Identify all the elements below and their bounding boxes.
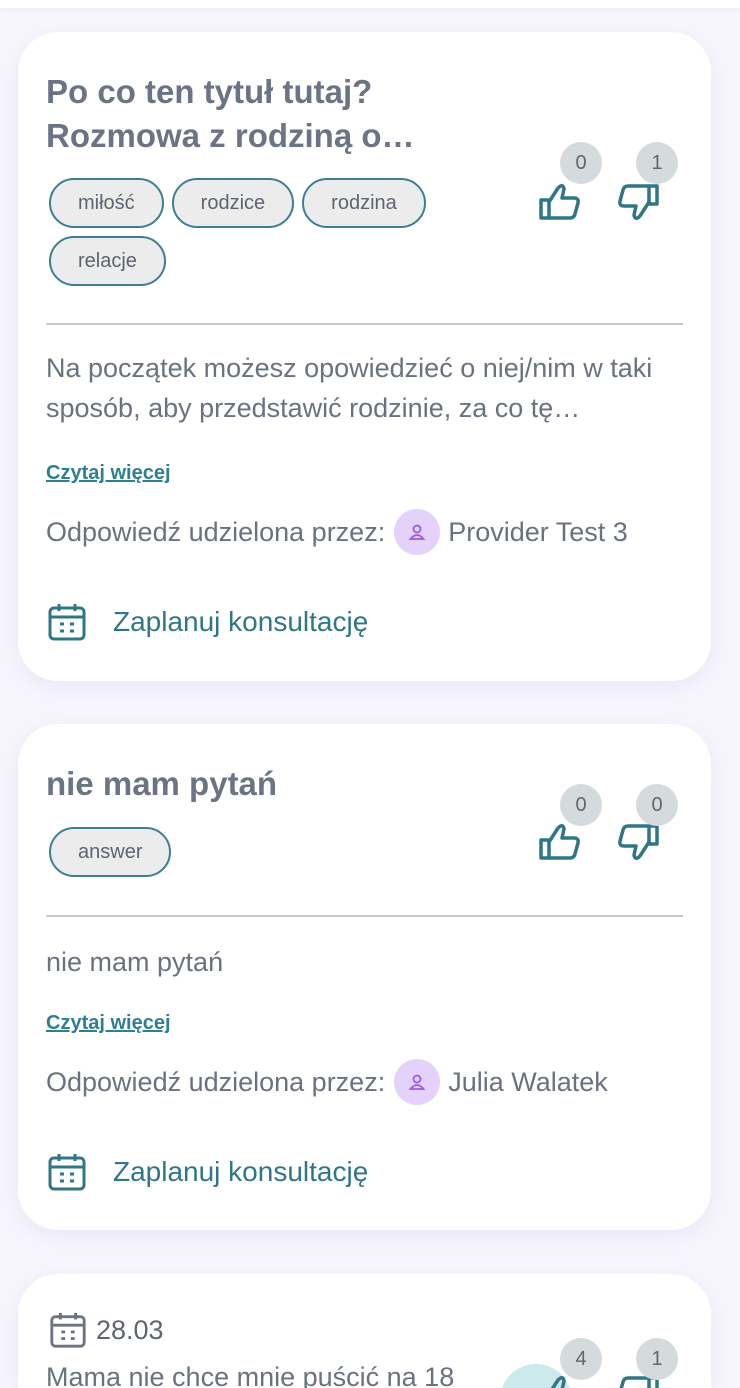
tag-chip[interactable]: miłość	[49, 178, 164, 228]
schedule-label: Zaplanuj konsultację	[113, 1156, 369, 1187]
dislike-button[interactable]	[614, 178, 662, 226]
answered-by-row: Odpowiedź udzielona przez: Julia Walatek	[46, 1059, 608, 1105]
question-title[interactable]: Po co ten tytuł tutaj? Rozmowa z rodziną…	[46, 70, 486, 158]
answer-excerpt: nie mam pytań	[46, 947, 224, 977]
divider	[46, 915, 683, 917]
answer-excerpt: Na początek możesz opowiedzieć o niej/ni…	[46, 353, 653, 423]
answered-by-row: Odpowiedź udzielona przez: Provider Test…	[46, 509, 628, 555]
question-card: Po co ten tytuł tutaj? Rozmowa z rodziną…	[18, 32, 711, 681]
provider-name[interactable]: Julia Walatek	[448, 1067, 608, 1098]
user-icon	[408, 524, 426, 540]
question-excerpt[interactable]: Mama nie chce mnie puścić na 18	[46, 1362, 454, 1388]
question-card: 28.03 Mama nie chce mnie puścić na 18 4 …	[18, 1274, 711, 1388]
divider	[46, 323, 683, 325]
answered-by-label: Odpowiedź udzielona przez:	[46, 516, 386, 547]
question-card: nie mam pytań answer 0 0 nie mam pytań C…	[18, 724, 711, 1230]
like-button[interactable]	[536, 178, 584, 226]
calendar-icon	[48, 604, 86, 641]
like-count-badge: 4	[560, 1338, 602, 1380]
schedule-label: Zaplanuj konsultację	[113, 606, 369, 637]
calendar-icon	[50, 1312, 86, 1348]
dislike-count-badge: 0	[636, 784, 678, 826]
answered-by-label: Odpowiedź udzielona przez:	[46, 1066, 386, 1097]
date-row: 28.03	[48, 1310, 164, 1350]
question-title[interactable]: nie mam pytań	[46, 762, 486, 806]
tag-list: miłość rodzice rodzina relacje	[49, 178, 509, 286]
question-date: 28.03	[96, 1314, 164, 1345]
tag-chip[interactable]: rodzice	[171, 178, 295, 228]
avatar[interactable]	[394, 509, 441, 555]
schedule-consultation-button[interactable]: Zaplanuj konsultację	[46, 601, 368, 643]
thumbs-up-icon	[539, 184, 580, 220]
tag-chip[interactable]: answer	[49, 827, 172, 877]
provider-name[interactable]: Provider Test 3	[448, 517, 628, 548]
user-icon	[408, 1074, 426, 1090]
like-count-badge: 0	[560, 784, 602, 826]
tag-chip[interactable]: relacje	[49, 236, 166, 286]
schedule-consultation-button[interactable]: Zaplanuj konsultację	[46, 1151, 368, 1193]
like-count-badge: 0	[560, 142, 602, 184]
thumbs-down-icon	[618, 184, 659, 220]
read-more-link[interactable]: Czytaj więcej	[46, 1012, 171, 1035]
tag-chip[interactable]: rodzina	[302, 178, 426, 228]
avatar[interactable]	[394, 1059, 441, 1105]
read-more-link[interactable]: Czytaj więcej	[46, 462, 171, 485]
dislike-count-badge: 1	[636, 142, 678, 184]
dislike-count-badge: 1	[636, 1338, 678, 1380]
calendar-icon	[48, 1154, 86, 1191]
tag-list: answer	[49, 827, 509, 877]
top-bar	[0, 0, 740, 8]
